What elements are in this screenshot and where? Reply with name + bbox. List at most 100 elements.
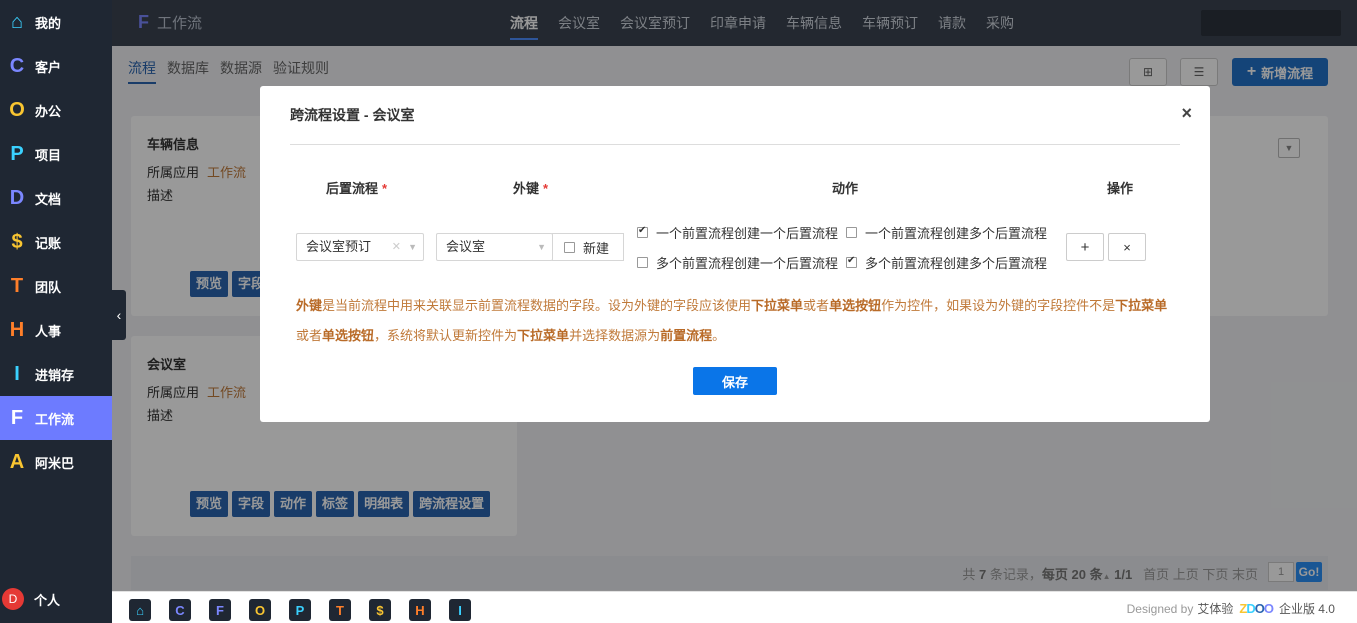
sidebar-item-label: 办公 — [35, 103, 62, 119]
close-icon[interactable]: × — [1181, 103, 1192, 124]
save-button[interactable]: 保存 — [693, 367, 777, 395]
sidebar-item[interactable]: $ 记账 — [0, 220, 112, 264]
hint-text: 是当前流程中用来关联显示前置流程数据的字段。设为外键的字段应该使用 — [322, 298, 752, 313]
hint-em: 单选按钮 — [322, 328, 375, 343]
clear-icon[interactable]: ✕ — [392, 234, 401, 260]
foreign-key-hint: 外键是当前流程中用来关联显示前置流程数据的字段。设为外键的字段应该使用下拉菜单或… — [296, 291, 1176, 351]
sidebar-item-label: 阿米巴 — [35, 455, 75, 471]
sidebar-item-label: 人事 — [35, 323, 62, 339]
sidebar-item-label: 记账 — [35, 235, 62, 251]
caret-down-icon: ▼ — [408, 242, 417, 252]
bottom-app-icon[interactable]: F — [209, 599, 231, 621]
edition: 企业版 4.0 — [1278, 602, 1335, 616]
bottom-app-icon[interactable]: I — [449, 599, 471, 621]
designer-link[interactable]: 艾体验 — [1197, 600, 1233, 617]
header-foreign-key-label: 外键 — [513, 181, 540, 196]
action-option-4[interactable]: 多个前置流程创建多个后置流程 — [846, 253, 1047, 272]
action-option-3[interactable]: 多个前置流程创建一个后置流程 — [637, 253, 838, 272]
sidebar-item[interactable]: F 工作流 — [0, 396, 112, 440]
action-option-label: 一个前置流程创建多个后置流程 — [865, 226, 1048, 241]
hint-em: 单选按钮 — [829, 298, 882, 313]
action-checkbox[interactable] — [637, 225, 648, 238]
sidebar-item-label: 客户 — [35, 59, 62, 75]
app-letter-icon: O — [9, 98, 25, 121]
action-checkbox[interactable] — [846, 227, 857, 238]
sidebar-item[interactable]: O 办公 — [0, 88, 112, 132]
sidebar-item[interactable]: D 文档 — [0, 176, 112, 220]
foreign-key-value: 会议室 — [446, 239, 486, 254]
app-letter-icon: P — [10, 142, 24, 165]
sidebar-item-label: 进销存 — [35, 367, 75, 383]
app-letter-icon: C — [9, 54, 25, 77]
designed-by: Designed by — [1126, 601, 1194, 616]
bottom-app-icon[interactable]: $ — [369, 599, 391, 621]
hint-em: 下拉菜单 — [517, 328, 570, 343]
hint-text: 或者 — [803, 298, 830, 313]
action-checkbox[interactable] — [637, 257, 648, 268]
sidebar: ⌂ 我的 C 客户 O 办公 P 项目 D 文档 $ 记账 T 团队 H 人事 I 进销存 F 工作流 A 阿米巴 D 个… — [0, 0, 112, 623]
sidebar-item[interactable]: T 团队 — [0, 264, 112, 308]
header-action: 动作 — [832, 181, 859, 196]
hint-text: 并选择数据源为 — [569, 328, 661, 343]
hint-em: 下拉菜单 — [1115, 298, 1168, 313]
bottom-app-icon[interactable]: P — [289, 599, 311, 621]
modal-title: 跨流程设置 - 会议室 — [290, 107, 415, 123]
sidebar-item[interactable]: A 阿米巴 — [0, 440, 112, 484]
hint-text: ，系统将默认更新控件为 — [374, 328, 518, 343]
sidebar-item-label: 团队 — [35, 279, 62, 295]
app-letter-icon: ⌂ — [10, 10, 24, 33]
cross-flow-settings-modal: 跨流程设置 - 会议室 × 后置流程 * 外键 * 动作 操作 会议室预订 ✕ ▼ … — [260, 86, 1210, 422]
chevron-left-icon: ‹ — [116, 307, 122, 323]
sidebar-user[interactable]: D 个人 — [0, 583, 112, 615]
hint-text: 作为控件，如果设为外键的字段控件不是 — [881, 298, 1116, 313]
app-letter-icon: T — [10, 274, 24, 297]
sidebar-item-label: 工作流 — [35, 411, 75, 427]
next-flow-value: 会议室预订 — [306, 239, 372, 254]
sidebar-item[interactable]: I 进销存 — [0, 352, 112, 396]
action-option-label: 一个前置流程创建一个后置流程 — [656, 226, 839, 241]
header-next-flow-label: 后置流程 — [326, 181, 379, 196]
brand: Designed by 艾体验 ZDOO 企业版 4.0 — [1127, 600, 1335, 617]
action-option-1[interactable]: 一个前置流程创建一个后置流程 — [637, 223, 838, 242]
new-field-label: 新建 — [583, 240, 610, 256]
zdoo-logo: ZDOO — [1239, 601, 1274, 616]
app-letter-icon: $ — [11, 230, 23, 253]
sidebar-item-label: 项目 — [35, 147, 62, 163]
header-operation: 操作 — [1107, 181, 1134, 196]
app-letter-icon: A — [9, 450, 25, 473]
bottom-app-icon[interactable]: T — [329, 599, 351, 621]
hint-em: 下拉菜单 — [751, 298, 804, 313]
sidebar-collapse-button[interactable]: ‹ — [112, 290, 126, 340]
required-mark: * — [382, 181, 388, 196]
bottom-app-list: ⌂ C F O P T $ H I — [129, 599, 489, 621]
sidebar-item[interactable]: H 人事 — [0, 308, 112, 352]
bottom-app-icon[interactable]: O — [249, 599, 271, 621]
sidebar-item[interactable]: C 客户 — [0, 44, 112, 88]
avatar[interactable]: D — [2, 588, 24, 610]
app-letter-icon: H — [9, 318, 25, 341]
required-mark: * — [543, 181, 549, 196]
sidebar-user-label: 个人 — [34, 592, 61, 608]
app-letter-icon: I — [14, 362, 20, 385]
hint-text: 。 — [712, 328, 726, 343]
sidebar-item[interactable]: ⌂ 我的 — [0, 0, 112, 44]
bottom-app-icon[interactable]: C — [169, 599, 191, 621]
sidebar-item-label: 文档 — [35, 191, 62, 207]
action-checkbox[interactable] — [846, 255, 857, 268]
hint-em: 外键 — [296, 298, 323, 313]
action-option-2[interactable]: 一个前置流程创建多个后置流程 — [846, 223, 1047, 242]
bottom-app-icon[interactable]: ⌂ — [129, 599, 151, 621]
modal-divider — [290, 144, 1180, 145]
remove-row-button[interactable]: × — [1108, 233, 1146, 261]
new-field-toggle[interactable]: 新建 — [552, 233, 624, 261]
hint-em: 前置流程 — [660, 328, 713, 343]
bottom-app-icon[interactable]: H — [409, 599, 431, 621]
new-field-checkbox[interactable] — [564, 241, 575, 253]
bottom-app-bar: ⌂ C F O P T $ H I Designed by 艾体验 ZDOO 企业版 4.0 — [112, 591, 1357, 623]
app-letter-icon: D — [9, 186, 25, 209]
foreign-key-select[interactable]: 会议室 ▼ — [436, 233, 553, 261]
sidebar-item[interactable]: P 项目 — [0, 132, 112, 176]
next-flow-select[interactable]: 会议室预订 ✕ ▼ — [296, 233, 424, 261]
hint-text: 或者 — [296, 328, 323, 343]
add-row-button[interactable]: + — [1066, 233, 1104, 261]
